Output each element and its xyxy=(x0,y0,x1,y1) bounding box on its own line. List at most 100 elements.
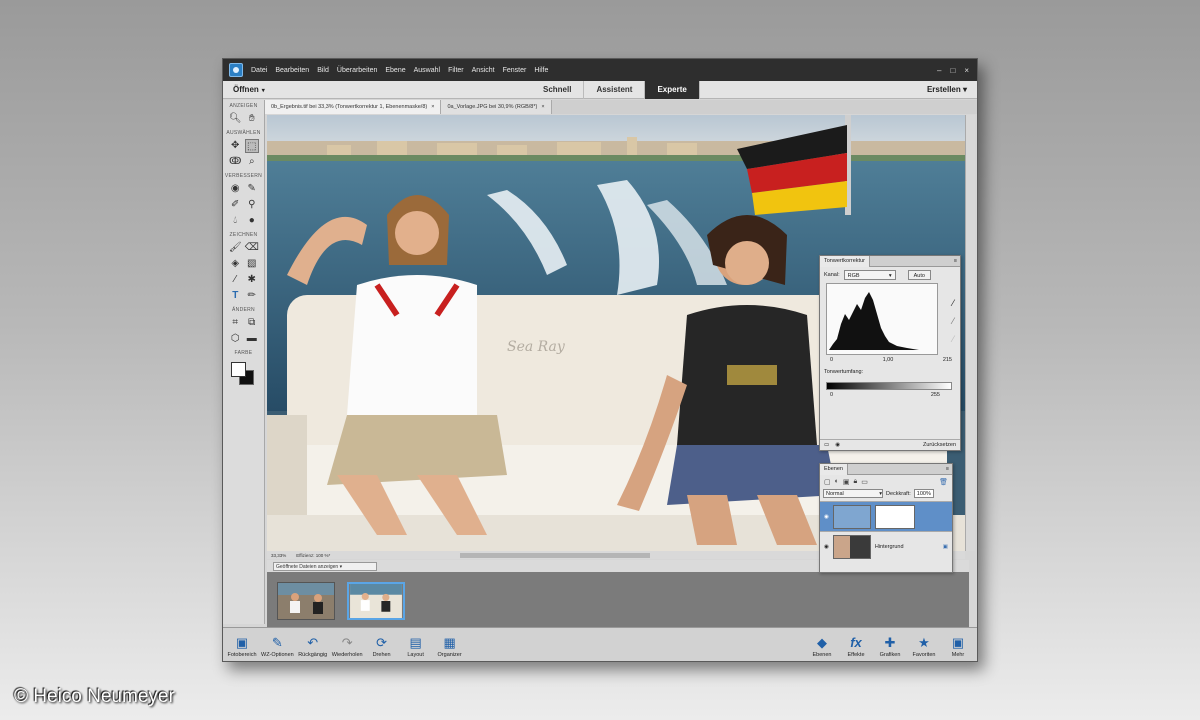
close-icon[interactable]: × xyxy=(541,104,544,110)
quick-selection-tool-icon[interactable]: ⌕ xyxy=(245,155,259,169)
panel-menu-icon[interactable]: ≡ xyxy=(946,466,952,472)
eyedropper-icon[interactable]: ⁄ xyxy=(228,273,242,287)
menu-filter[interactable]: Filter xyxy=(448,67,464,74)
tab-experte[interactable]: Experte xyxy=(645,80,700,99)
custom-shape-icon[interactable]: ✱ xyxy=(245,273,259,287)
blend-mode-select[interactable]: Normal ▾ xyxy=(823,489,883,498)
new-layer-icon[interactable]: ▢ xyxy=(824,478,831,486)
tool-options-button[interactable]: ✎ WZ-Optionen xyxy=(261,634,294,658)
adjustment-layer-icon[interactable]: ◐ xyxy=(835,478,839,486)
auto-button[interactable]: Auto xyxy=(907,270,931,280)
tab-assistent[interactable]: Assistent xyxy=(584,80,646,99)
sponge-tool-icon[interactable]: ● xyxy=(245,214,259,228)
layers-button[interactable]: ◆ Ebenen xyxy=(807,634,837,658)
output-white-value[interactable]: 255 xyxy=(931,392,940,398)
effects-button[interactable]: fx Effekte xyxy=(841,634,871,658)
clip-icon[interactable]: ▭ xyxy=(824,442,829,448)
redo-button[interactable]: ↷ Wiederholen xyxy=(332,634,363,658)
pencil-tool-icon[interactable]: ✏︎ xyxy=(245,289,259,303)
gray-eyedropper-icon[interactable]: ⁄ xyxy=(952,316,954,326)
clone-stamp-icon[interactable]: ⚲ xyxy=(245,198,259,212)
horizontal-scrollbar[interactable] xyxy=(460,552,651,558)
visibility-icon[interactable]: ◉ xyxy=(835,442,840,448)
output-gradient-slider[interactable] xyxy=(826,382,952,390)
straighten-tool-icon[interactable]: ▬ xyxy=(245,332,259,346)
menu-bild[interactable]: Bild xyxy=(317,67,329,74)
zoom-level[interactable]: 33,33% xyxy=(271,553,286,558)
layer-row-background[interactable]: ◉ Hintergrund ▣ xyxy=(820,531,952,561)
lock-icon[interactable]: 🔒︎ xyxy=(853,478,857,486)
marquee-tool-icon[interactable]: ⬚ xyxy=(244,139,259,153)
input-black-value[interactable]: 0 xyxy=(830,357,833,363)
create-button[interactable]: Erstellen ▾ xyxy=(927,85,977,94)
red-eye-tool-icon[interactable]: ◉ xyxy=(228,182,242,196)
maximize-button[interactable]: □ xyxy=(950,66,955,75)
move-tool-icon[interactable]: ✥ xyxy=(228,139,242,153)
gradient-tool-icon[interactable]: ▧ xyxy=(245,257,259,271)
color-swatches[interactable] xyxy=(229,360,259,388)
zoom-tool-icon[interactable]: 🔍︎ xyxy=(228,112,242,126)
trash-icon[interactable]: 🗑︎ xyxy=(939,478,948,486)
open-button[interactable]: Öffnen ▾ xyxy=(223,85,265,94)
output-label: Tonwertumfang: xyxy=(824,369,864,375)
visibility-icon[interactable]: ◉ xyxy=(824,544,829,550)
hand-tool-icon[interactable]: ✋︎ xyxy=(245,112,259,126)
layout-button[interactable]: ▤ Layout xyxy=(401,634,431,658)
undo-button[interactable]: ↶ Rückgängig xyxy=(298,634,328,658)
levels-panel-tab[interactable]: Tonwertkorrektur xyxy=(820,255,870,267)
healing-brush-icon[interactable]: ✎ xyxy=(245,182,259,196)
close-button[interactable]: × xyxy=(964,66,969,75)
photo-thumbnail-selected[interactable] xyxy=(347,582,405,620)
menu-fenster[interactable]: Fenster xyxy=(503,67,527,74)
close-icon[interactable]: × xyxy=(431,104,434,110)
photo-bin-button[interactable]: ▣ Fotobereich xyxy=(227,634,257,658)
favorites-button[interactable]: ★ Favoriten xyxy=(909,634,939,658)
layer-row-adjustment[interactable]: ◉ xyxy=(820,501,952,531)
more-button[interactable]: ▣ Mehr xyxy=(943,634,973,658)
recompose-tool-icon[interactable]: ⧉ xyxy=(245,316,259,330)
input-white-value[interactable]: 215 xyxy=(943,357,952,363)
rotate-button[interactable]: ⟳ Drehen xyxy=(367,634,397,658)
menu-ebene[interactable]: Ebene xyxy=(385,67,405,74)
channel-select[interactable]: RGB ▾ xyxy=(843,270,896,280)
document-tab-vorlage[interactable]: 0a_Vorlage.JPG bei 30,9% (RGB/8*) × xyxy=(441,100,552,114)
graphics-button[interactable]: ✚ Grafiken xyxy=(875,634,905,658)
content-aware-move-icon[interactable]: ⬡ xyxy=(228,332,242,346)
white-eyedropper-icon[interactable]: ⁄ xyxy=(952,334,954,344)
minimize-button[interactable]: – xyxy=(937,66,941,75)
photo-thumbnail[interactable] xyxy=(277,582,335,620)
black-eyedropper-icon[interactable]: ⁄ xyxy=(952,298,954,308)
brush-tool-icon[interactable]: 🖌︎ xyxy=(228,241,242,255)
menu-ueberarbeiten[interactable]: Überarbeiten xyxy=(337,67,377,74)
type-tool-icon[interactable]: T xyxy=(228,289,242,303)
layer-mask-icon[interactable]: ▣ xyxy=(843,478,850,486)
menu-hilfe[interactable]: Hilfe xyxy=(534,67,548,74)
blur-tool-icon[interactable]: 💧︎ xyxy=(228,214,242,228)
foreground-color-swatch[interactable] xyxy=(230,362,246,377)
visibility-icon[interactable]: ◉ xyxy=(824,514,829,520)
reset-button[interactable]: Zurücksetzen xyxy=(923,442,956,448)
crop-tool-icon[interactable]: ⌗ xyxy=(228,316,242,330)
input-gamma-value[interactable]: 1,00 xyxy=(883,357,894,363)
organizer-button[interactable]: ▦ Organizer xyxy=(435,634,465,658)
vertical-scrollbar[interactable] xyxy=(965,115,975,551)
paint-bucket-icon[interactable]: ◈ xyxy=(228,257,242,271)
rotate-icon: ⟳ xyxy=(376,635,388,650)
photo-bin-dropdown[interactable]: Geöffnete Dateien anzeigen ▾ xyxy=(273,561,377,571)
eraser-tool-icon[interactable]: ⌫ xyxy=(245,241,259,255)
document-tab-ergebnis[interactable]: 0b_Ergebnis.tif bei 33,3% (Tonwertkorrek… xyxy=(265,100,442,114)
menu-auswahl[interactable]: Auswahl xyxy=(414,67,440,74)
panel-menu-icon[interactable]: ≡ xyxy=(954,258,960,264)
output-black-value[interactable]: 0 xyxy=(830,392,833,398)
layer-mask-thumbnail[interactable] xyxy=(874,504,915,529)
status-info[interactable]: Effizienz: 100 %* xyxy=(296,553,330,558)
tab-schnell[interactable]: Schnell xyxy=(531,80,585,99)
smart-brush-icon[interactable]: ✐ xyxy=(228,198,242,212)
menu-bearbeiten[interactable]: Bearbeiten xyxy=(275,67,309,74)
opacity-input[interactable]: 100% xyxy=(913,489,934,498)
layers-panel-tab[interactable]: Ebenen xyxy=(820,463,848,475)
menu-datei[interactable]: Datei xyxy=(251,67,267,74)
menu-ansicht[interactable]: Ansicht xyxy=(472,67,495,74)
link-icon[interactable]: ▭ xyxy=(861,478,868,486)
lasso-tool-icon[interactable]: ↂ xyxy=(228,155,242,169)
